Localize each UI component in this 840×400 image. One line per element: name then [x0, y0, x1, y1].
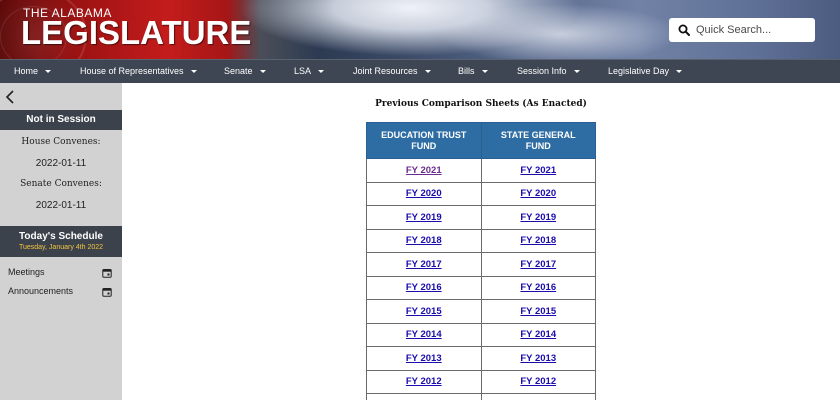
caret-down-icon — [481, 69, 488, 73]
nav-item-session-info[interactable]: Session Info — [517, 60, 580, 83]
table-header-row: EDUCATION TRUST FUND STATE GENERAL FUND — [366, 122, 596, 159]
table-row: FY 2019 FY 2019 — [366, 205, 596, 230]
senate-convenes-label: Senate Convenes: — [20, 179, 102, 189]
sgf-link[interactable]: FY 2019 — [520, 212, 556, 223]
etf-link[interactable]: FY 2014 — [406, 329, 442, 340]
table-row: FY 2014 FY 2014 — [366, 322, 596, 347]
caret-down-icon — [259, 69, 266, 73]
caret-down-icon — [424, 69, 431, 73]
etf-link[interactable]: FY 2018 — [406, 235, 442, 246]
column-header-education-trust-fund: EDUCATION TRUST FUND — [366, 122, 482, 159]
chevron-left-icon[interactable] — [3, 89, 17, 105]
etf-link[interactable]: FY 2015 — [406, 306, 442, 317]
todays-schedule-header: Today's Schedule Tuesday, January 4th 20… — [0, 226, 122, 257]
nav-item-legislative-day[interactable]: Legislative Day — [608, 60, 683, 83]
table-row: FY 2017 FY 2017 — [366, 252, 596, 277]
etf-link[interactable]: FY 2012 — [406, 376, 442, 387]
nav-item-home[interactable]: Home — [14, 60, 52, 83]
house-convenes-label: House Convenes: — [21, 137, 101, 147]
sidebar-link-announcements[interactable]: Announcements — [8, 286, 73, 296]
sgf-link[interactable]: FY 2021 — [520, 165, 556, 176]
nav-item-senate[interactable]: Senate — [224, 60, 266, 83]
sgf-link[interactable]: FY 2012 — [520, 376, 556, 387]
senate-convenes-date: 2022-01-11 — [35, 200, 87, 211]
table-row: FY 2015 FY 2015 — [366, 299, 596, 324]
sgf-link[interactable]: FY 2018 — [520, 235, 556, 246]
table-row: FY 2013 FY 2013 — [366, 346, 596, 371]
search-icon — [678, 24, 690, 36]
calendar-icon[interactable] — [102, 268, 112, 278]
session-status: Not in Session — [0, 110, 122, 130]
column-header-state-general-fund: STATE GENERAL FUND — [480, 122, 596, 159]
logo-title[interactable]: LEGISLATURE — [21, 14, 251, 52]
nav-item-house[interactable]: House of Representatives — [80, 60, 197, 83]
caret-down-icon — [573, 69, 580, 73]
sgf-link[interactable]: FY 2015 — [520, 306, 556, 317]
etf-link[interactable]: FY 2021 — [406, 165, 442, 176]
sidebar: Not in Session House Convenes: 2022-01-1… — [0, 83, 122, 400]
etf-link[interactable]: FY 2017 — [406, 259, 442, 270]
sgf-link[interactable]: FY 2017 — [520, 259, 556, 270]
caret-down-icon — [676, 69, 683, 73]
caret-down-icon — [190, 69, 197, 73]
caret-down-icon — [318, 69, 325, 73]
calendar-icon[interactable] — [102, 287, 112, 297]
nav-item-bills[interactable]: Bills — [458, 60, 488, 83]
etf-link[interactable]: FY 2016 — [406, 282, 442, 293]
sgf-link[interactable]: FY 2020 — [520, 188, 556, 199]
sgf-link[interactable]: FY 2014 — [520, 329, 556, 340]
table-row: FY 2018 FY 2018 — [366, 228, 596, 253]
etf-link[interactable]: FY 2019 — [406, 212, 442, 223]
schedule-title: Today's Schedule — [19, 231, 103, 242]
house-convenes-date: 2022-01-11 — [35, 158, 87, 169]
nav-item-joint-resources[interactable]: Joint Resources — [353, 60, 431, 83]
table-row — [366, 393, 596, 400]
site-header: THE ALABAMA LEGISLATURE — [0, 0, 840, 59]
sgf-link[interactable]: FY 2016 — [520, 282, 556, 293]
page-title: Previous Comparison Sheets (As Enacted) — [375, 99, 587, 109]
etf-link[interactable]: FY 2013 — [406, 353, 442, 364]
sgf-link[interactable]: FY 2013 — [520, 353, 556, 364]
schedule-date: Tuesday, January 4th 2022 — [18, 244, 104, 251]
table-row: FY 2016 FY 2016 — [366, 275, 596, 300]
comparison-sheets-table: EDUCATION TRUST FUND STATE GENERAL FUND … — [366, 122, 596, 400]
nav-item-lsa[interactable]: LSA — [294, 60, 325, 83]
caret-down-icon — [45, 69, 52, 73]
sidebar-link-meetings[interactable]: Meetings — [8, 267, 45, 277]
table-row: FY 2020 FY 2020 — [366, 181, 596, 206]
search-input[interactable] — [696, 24, 814, 36]
quick-search-box[interactable] — [669, 18, 815, 42]
etf-link[interactable]: FY 2020 — [406, 188, 442, 199]
table-row: FY 2012 FY 2012 — [366, 369, 596, 394]
main-nav: Home House of Representatives Senate LSA… — [0, 59, 840, 83]
table-row: FY 2021 FY 2021 — [366, 158, 596, 183]
